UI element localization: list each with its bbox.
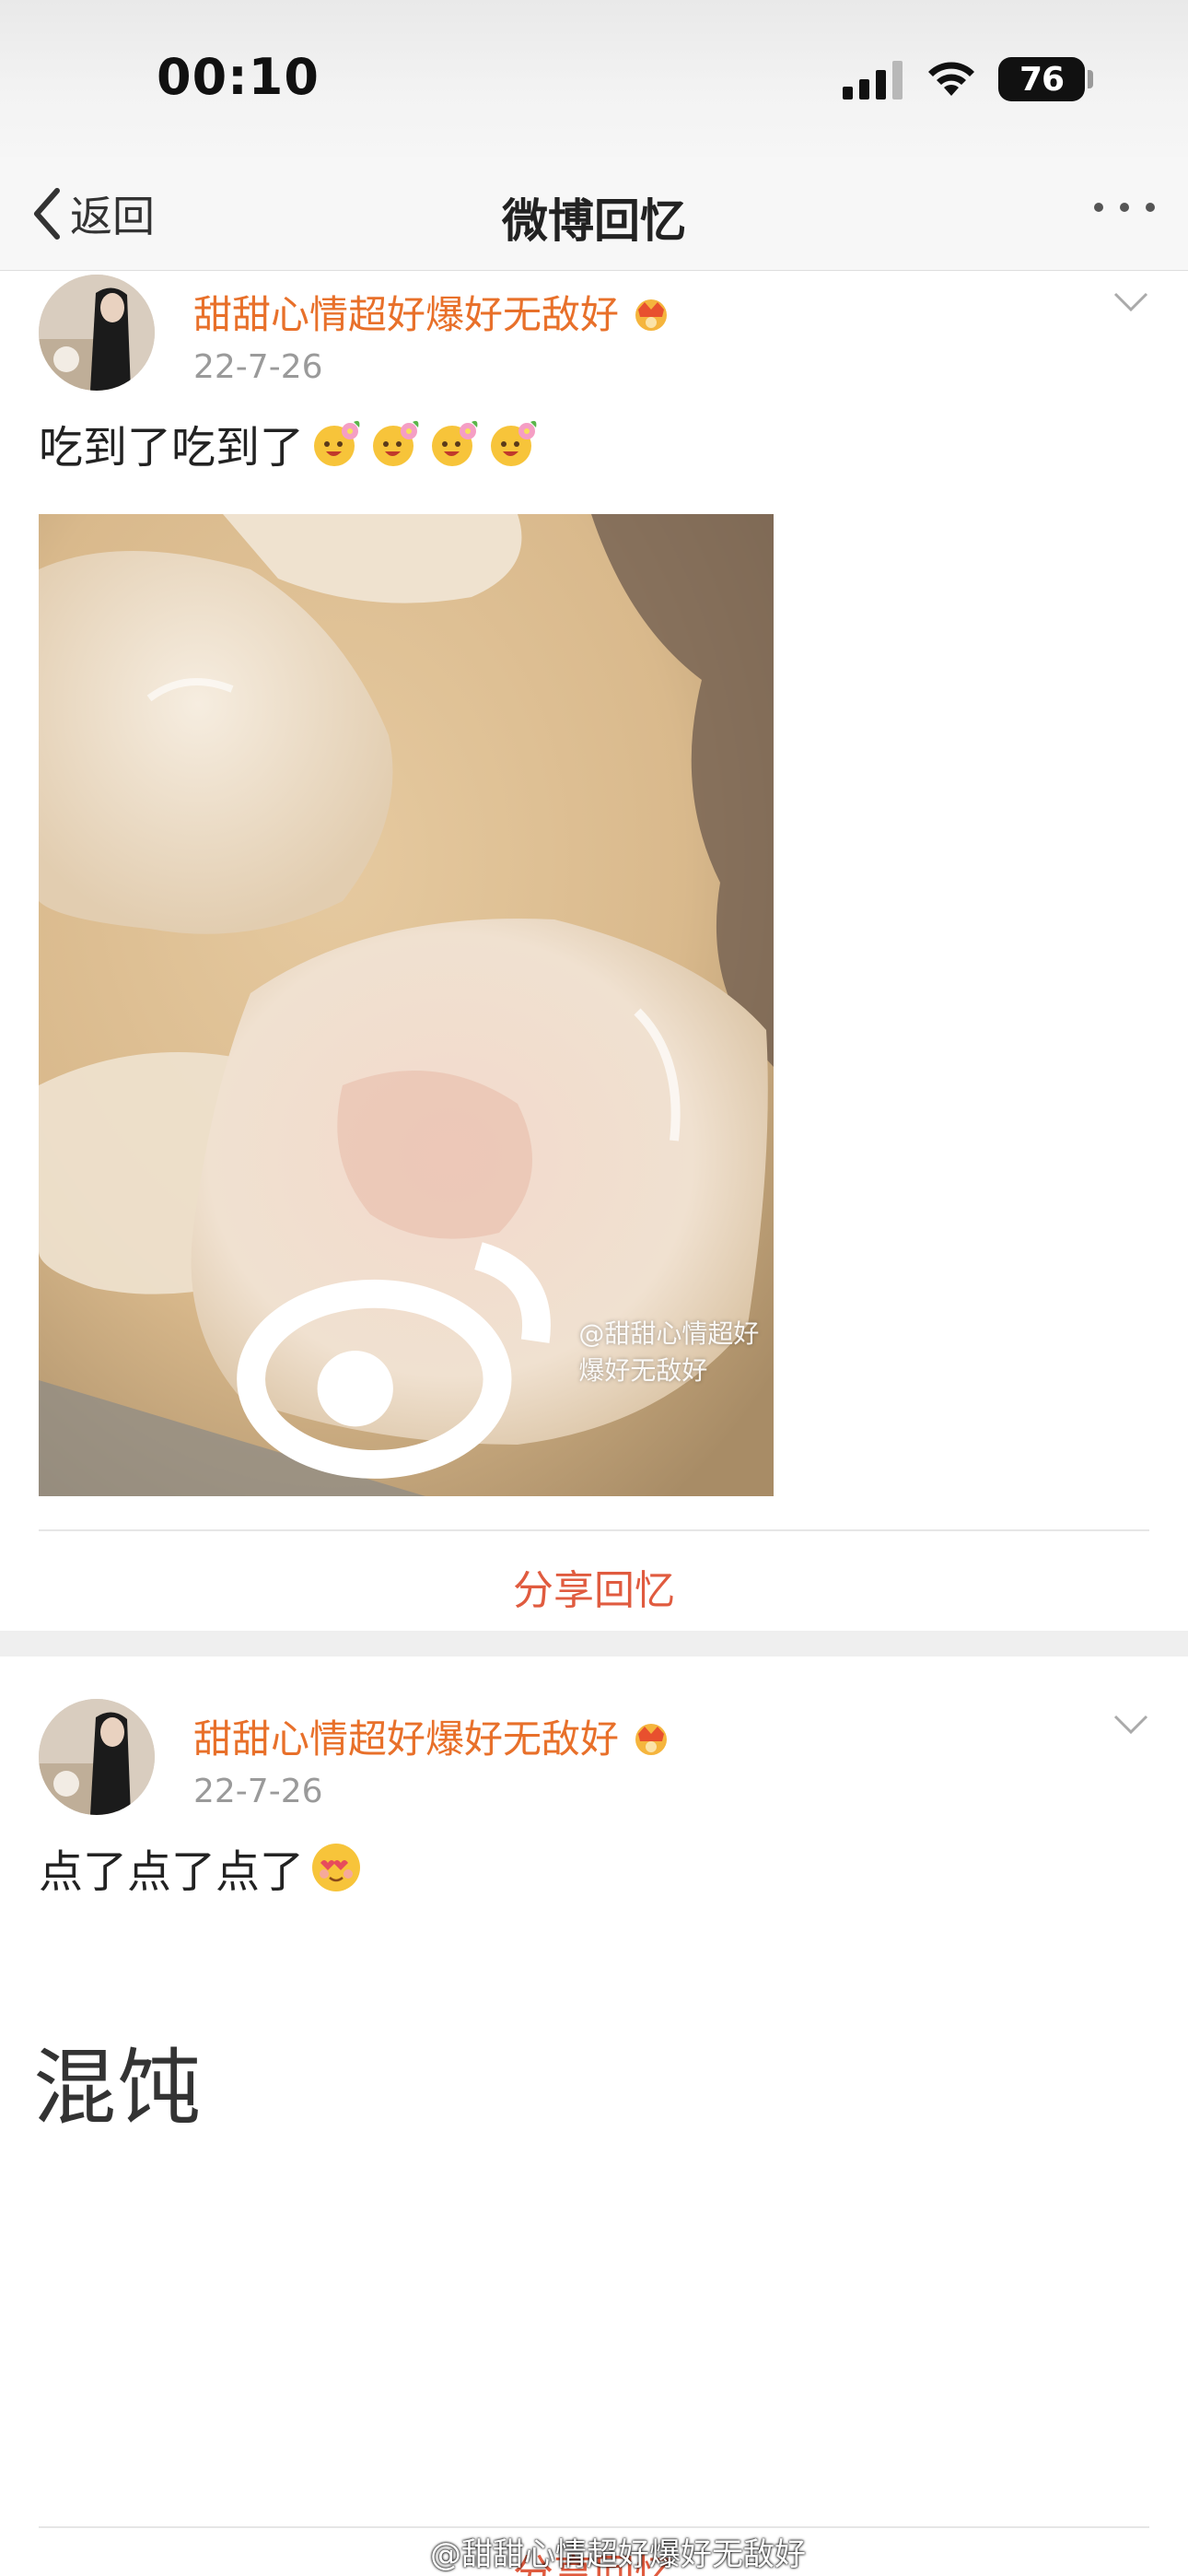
divider	[39, 1529, 1149, 1531]
post-text: 点了点了点了	[39, 1835, 363, 1900]
more-dot-icon	[1120, 203, 1129, 212]
vip-crown-icon	[635, 1723, 668, 1755]
flower-face-emoji	[432, 420, 478, 466]
status-bar: 00:10 76	[0, 0, 1188, 157]
post-date: 22-7-26	[193, 1773, 323, 1810]
flower-face-emoji	[314, 420, 360, 466]
cellular-signal-icon	[843, 61, 903, 100]
watermark-text: @甜甜心情超好爆好无敌好	[430, 2535, 806, 2573]
battery-icon: 76	[998, 57, 1085, 101]
more-dot-icon	[1094, 203, 1103, 212]
memory-post: 甜甜心情超好爆好无敌好 22-7-26 点了点了点了 混饨 分享回忆	[0, 1657, 1188, 2576]
battery-nub	[1088, 70, 1093, 88]
post-text-content: 吃到了吃到了	[39, 422, 305, 474]
share-memory-button[interactable]: 分享回忆	[0, 1557, 1188, 1616]
post-text: 吃到了吃到了	[39, 411, 540, 475]
flower-face-emoji	[373, 420, 419, 466]
chevron-down-icon[interactable]	[1112, 291, 1149, 313]
post-photo[interactable]: @甜甜心情超好爆好无敌好	[39, 514, 774, 1496]
weibo-logo-icon	[383, 2538, 421, 2567]
username[interactable]: 甜甜心情超好爆好无敌好	[193, 1708, 672, 1764]
username-label: 甜甜心情超好爆好无敌好	[193, 292, 620, 337]
username[interactable]: 甜甜心情超好爆好无敌好	[193, 284, 672, 340]
page-title: 微博回忆	[502, 194, 686, 248]
post-text-content: 点了点了点了	[39, 1846, 305, 1898]
nav-bar: 返回 微博回忆	[0, 157, 1188, 271]
watermark-text: @甜甜心情超好爆好无敌好	[578, 1317, 760, 1386]
image-caption-text: 混饨	[33, 2040, 203, 2137]
more-dot-icon	[1146, 203, 1155, 212]
post-separator	[0, 1631, 1188, 1657]
image-watermark: @甜甜心情超好爆好无敌好	[232, 1218, 774, 1483]
username-label: 甜甜心情超好爆好无敌好	[193, 1716, 620, 1762]
flower-face-emoji	[491, 420, 537, 466]
vip-crown-icon	[635, 299, 668, 331]
heart-eyes-emoji	[312, 1844, 361, 1891]
memory-post: 甜甜心情超好爆好无敌好 22-7-26 吃到了吃到了 @甜甜心情超好爆好无敌好 …	[0, 271, 1188, 1631]
wifi-icon	[928, 62, 974, 96]
weibo-logo-icon	[237, 1242, 551, 1479]
screenshot-watermark: @甜甜心情超好爆好无敌好	[0, 2526, 1188, 2576]
avatar[interactable]	[39, 1699, 155, 1815]
chevron-down-icon[interactable]	[1112, 1714, 1149, 1736]
battery-level: 76	[1019, 60, 1065, 99]
post-date: 22-7-26	[193, 348, 323, 386]
more-options-button[interactable]	[1094, 203, 1155, 212]
status-time: 00:10	[157, 48, 320, 106]
avatar[interactable]	[39, 275, 155, 391]
